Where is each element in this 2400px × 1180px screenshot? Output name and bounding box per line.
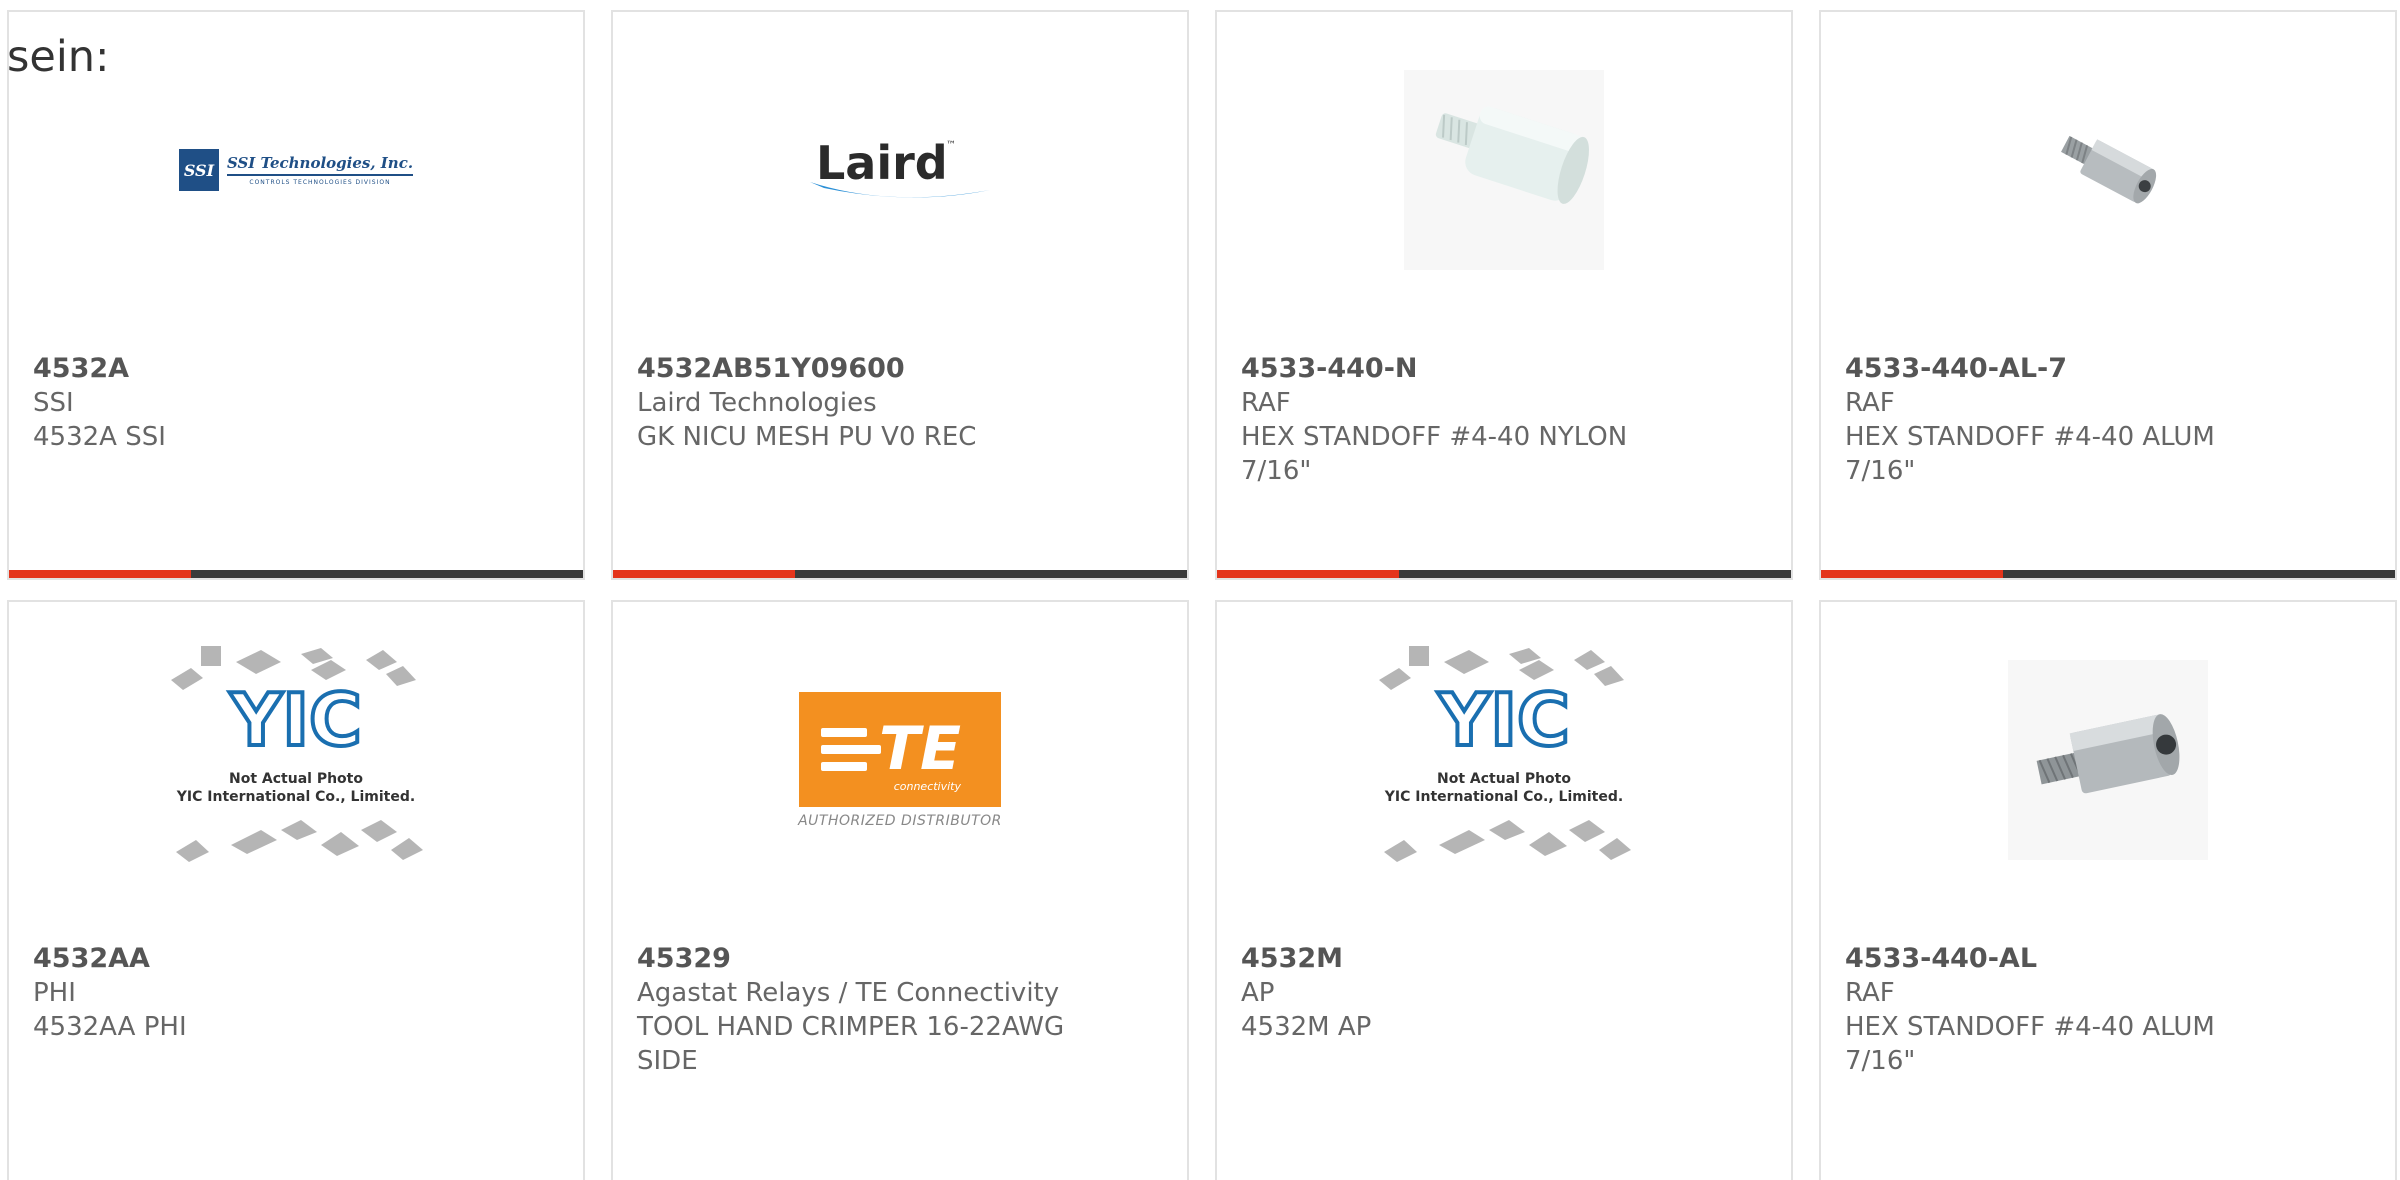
description: 4532A SSI [33, 422, 166, 452]
page-heading-fragment: sein: [7, 32, 110, 82]
product-card[interactable]: YIC Not Actual Photo YIC International C… [1215, 600, 1793, 1180]
card-footer-bar [1217, 570, 1791, 578]
svg-text:YIC: YIC [229, 678, 362, 762]
description: SIDE [637, 1046, 698, 1076]
laird-logo: Laird ™ [800, 130, 1000, 210]
description: GK NICU MESH PU V0 REC [637, 422, 977, 452]
part-number[interactable]: 4532M [1241, 942, 1691, 976]
manufacturer: PHI [33, 978, 76, 1008]
card-footer-bar [613, 570, 1187, 578]
description: 7/16" [1845, 456, 1916, 486]
manufacturer: RAF [1845, 388, 1895, 418]
nylon-standoff-photo [1404, 70, 1604, 270]
aluminum-standoff-photo [2061, 135, 2157, 204]
part-number[interactable]: 45329 [637, 942, 1087, 976]
part-number[interactable]: 4533-440-AL-7 [1845, 352, 2295, 386]
yic-placeholder-image: YIC Not Actual Photo YIC International C… [161, 640, 431, 880]
product-image[interactable] [1217, 50, 1791, 290]
part-number[interactable]: 4532AA [33, 942, 483, 976]
ssi-technologies-logo: SSI SSI Technologies, Inc. CONTROLS TECH… [178, 149, 414, 191]
manufacturer: AP [1241, 978, 1275, 1008]
aluminum-standoff-photo [2008, 660, 2208, 860]
product-image[interactable]: YIC Not Actual Photo YIC International C… [9, 640, 583, 880]
card-footer-bar [1821, 570, 2395, 578]
product-image[interactable] [1821, 50, 2395, 290]
description: 7/16" [1241, 456, 1312, 486]
description: 4532AA PHI [33, 1012, 187, 1042]
te-connectivity-logo: TE connectivity AUTHORIZED DISTRIBUTOR [798, 691, 1002, 829]
part-number[interactable]: 4533-440-AL [1845, 942, 2295, 976]
manufacturer: Agastat Relays / TE Connectivity [637, 978, 1060, 1008]
svg-text:YIC: YIC [1437, 678, 1570, 762]
description: HEX STANDOFF #4-40 NYLON [1241, 422, 1628, 452]
product-image[interactable]: YIC Not Actual Photo YIC International C… [1217, 640, 1791, 880]
manufacturer: SSI [33, 388, 74, 418]
part-number[interactable]: 4533-440-N [1241, 352, 1691, 386]
product-card[interactable]: TE connectivity AUTHORIZED DISTRIBUTOR 4… [611, 600, 1189, 1180]
product-card[interactable]: SSI SSI Technologies, Inc. CONTROLS TECH… [7, 10, 585, 580]
description: 4532M AP [1241, 1012, 1372, 1042]
card-footer-bar [9, 570, 583, 578]
product-card[interactable]: 4533-440-AL RAF HEX STANDOFF #4-40 ALUM … [1819, 600, 2397, 1180]
part-number[interactable]: 4532AB51Y09600 [637, 352, 1087, 386]
yic-placeholder-image: YIC Not Actual Photo YIC International C… [1369, 640, 1639, 880]
description: 7/16" [1845, 1046, 1916, 1076]
description: HEX STANDOFF #4-40 ALUM [1845, 422, 2215, 452]
part-number[interactable]: 4532A [33, 352, 483, 386]
product-image[interactable]: Laird ™ [613, 50, 1187, 290]
product-card[interactable]: YIC Not Actual Photo YIC International C… [7, 600, 585, 1180]
description: TOOL HAND CRIMPER 16-22AWG [637, 1012, 1065, 1042]
product-card[interactable]: 4533-440-N RAF HEX STANDOFF #4-40 NYLON … [1215, 10, 1793, 580]
manufacturer: RAF [1241, 388, 1291, 418]
product-card[interactable]: 4533-440-AL-7 RAF HEX STANDOFF #4-40 ALU… [1819, 10, 2397, 580]
manufacturer: Laird Technologies [637, 388, 877, 418]
manufacturer: RAF [1845, 978, 1895, 1008]
product-card[interactable]: Laird ™ 4532AB51Y09600 Laird Technologie… [611, 10, 1189, 580]
product-image[interactable]: TE connectivity AUTHORIZED DISTRIBUTOR [613, 640, 1187, 880]
description: HEX STANDOFF #4-40 ALUM [1845, 1012, 2215, 1042]
product-image[interactable] [1821, 640, 2395, 880]
product-image[interactable]: SSI SSI Technologies, Inc. CONTROLS TECH… [9, 50, 583, 290]
